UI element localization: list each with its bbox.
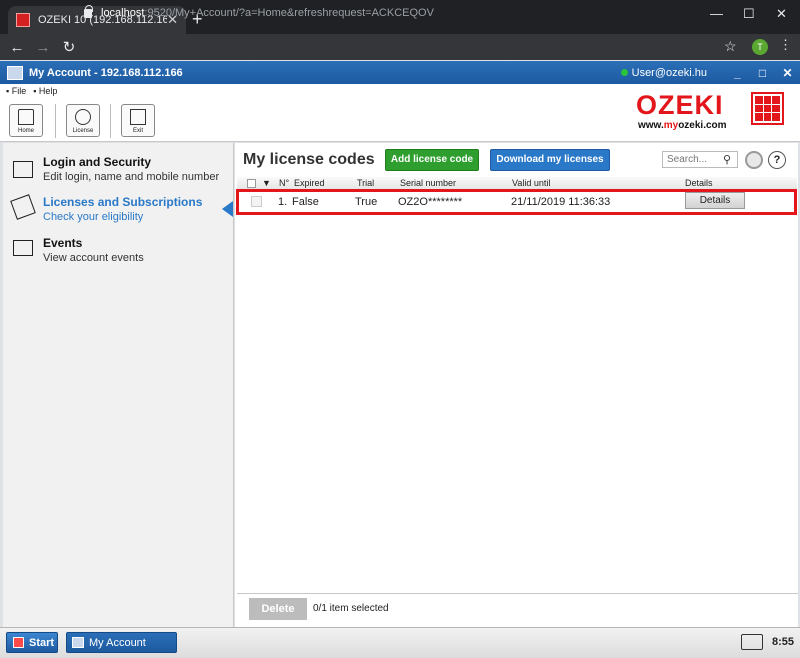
- selection-status: 0/1 item selected: [313, 603, 389, 614]
- profile-avatar[interactable]: T: [752, 39, 768, 55]
- delete-button[interactable]: Delete: [249, 598, 307, 620]
- logo-url-red: my: [663, 120, 679, 131]
- column-header-trial[interactable]: Trial: [357, 178, 374, 188]
- ribbon-separator: [55, 104, 56, 138]
- exit-icon: [130, 109, 146, 125]
- exit-button[interactable]: Exit: [121, 104, 155, 137]
- add-license-code-button[interactable]: Add license code: [385, 149, 479, 171]
- sidebar-item-subtitle: Edit login, name and mobile number: [43, 171, 220, 183]
- browser-toolbar: ← → ↻: [0, 34, 800, 60]
- building-icon: [72, 637, 84, 648]
- app-title: My Account - 192.168.112.166: [29, 66, 183, 79]
- url-host: localhost: [101, 7, 145, 19]
- back-arrow-icon[interactable]: ←: [4, 39, 30, 56]
- app-close-icon[interactable]: ✕: [775, 66, 800, 80]
- ozeki-logo[interactable]: OZEKI www.myozeki.com: [636, 90, 786, 134]
- logo-url-post: ozeki.com: [678, 120, 727, 131]
- ozeki-favicon-icon: [16, 13, 30, 27]
- sidebar-item-subtitle: View account events: [43, 252, 144, 264]
- clock: 8:55: [772, 636, 795, 648]
- ribbon-toolbar: ▪ File ▪ Help Home License Exit OZEKI ww…: [0, 84, 800, 142]
- start-button[interactable]: Start: [6, 632, 58, 653]
- forward-arrow-icon[interactable]: →: [30, 39, 56, 56]
- taskbar-app-my-account[interactable]: My Account: [66, 632, 177, 653]
- column-header-no[interactable]: N°: [279, 178, 289, 188]
- reload-icon[interactable]: ↻: [56, 38, 82, 56]
- license-button[interactable]: License: [66, 104, 100, 137]
- sidebar-item-title: Events: [43, 236, 83, 250]
- logo-grid-icon: [751, 92, 784, 125]
- lock-icon: [13, 161, 33, 178]
- start-button-label: Start: [29, 636, 55, 649]
- select-all-checkbox[interactable]: [247, 179, 256, 188]
- lock-icon: [84, 4, 93, 18]
- logo-word: OZEKI: [636, 90, 724, 120]
- sidebar-item-events[interactable]: Events View account events: [11, 236, 226, 270]
- exit-button-label: Exit: [132, 128, 143, 134]
- page-title: My license codes: [243, 151, 375, 168]
- sidebar-item-subtitle: Check your eligibility: [43, 211, 144, 223]
- app-maximize-icon[interactable]: □: [750, 66, 775, 80]
- sidebar-item-title: Licenses and Subscriptions: [43, 195, 203, 209]
- menu-bar: ▪ File ▪ Help: [6, 86, 57, 96]
- search-icon[interactable]: ⚲: [723, 153, 731, 166]
- menu-file-label: File: [11, 86, 27, 96]
- certificate-icon: [10, 194, 36, 220]
- online-status-icon: [620, 69, 628, 76]
- app-title-bar: My Account - 192.168.112.166 User@ozeki.…: [0, 61, 800, 84]
- logo-url: www.myozeki.com: [638, 120, 727, 131]
- close-window-icon[interactable]: ✕: [776, 6, 787, 22]
- column-header-expired[interactable]: Expired: [294, 178, 325, 188]
- menu-file[interactable]: ▪ File: [6, 86, 26, 96]
- download-licenses-button[interactable]: Download my licenses: [490, 149, 610, 171]
- column-header-details: Details: [685, 178, 713, 188]
- app-minimize-icon[interactable]: _: [725, 66, 750, 80]
- taskbar-app-label: My Account: [89, 636, 146, 649]
- key-icon: [75, 109, 91, 125]
- sidebar-item-licenses[interactable]: Licenses and Subscriptions Check your el…: [10, 194, 226, 229]
- sidebar: Login and Security Edit login, name and …: [3, 143, 234, 627]
- building-icon: [7, 65, 23, 80]
- home-icon: [18, 109, 34, 125]
- column-header-serial[interactable]: Serial number: [400, 178, 456, 188]
- license-button-label: License: [72, 128, 94, 134]
- browser-menu-icon[interactable]: ⋮: [779, 37, 792, 53]
- menu-help[interactable]: ▪ Help: [33, 86, 57, 96]
- home-button[interactable]: Home: [9, 104, 43, 137]
- sort-arrow-icon[interactable]: ▼: [262, 178, 271, 188]
- taskbar: Start My Account 8:55: [0, 627, 800, 658]
- sidebar-item-login-security[interactable]: Login and Security Edit login, name and …: [11, 155, 226, 189]
- row-highlight-frame: [236, 189, 797, 215]
- maximize-window-icon[interactable]: ☐: [743, 6, 755, 22]
- license-panel: My license codes Add license code Downlo…: [235, 143, 798, 627]
- keyboard-icon[interactable]: [741, 634, 763, 650]
- home-button-label: Home: [17, 128, 34, 134]
- sidebar-item-title: Login and Security: [43, 155, 152, 169]
- user-name[interactable]: User@ozeki.hu: [632, 67, 707, 79]
- ribbon-separator: [110, 104, 111, 138]
- menu-help-label: Help: [38, 86, 58, 96]
- address-bar[interactable]: localhost:9520/My+Account/?a=Home&refres…: [84, 3, 724, 23]
- flag-icon: [13, 240, 33, 256]
- active-item-arrow-icon: [222, 201, 233, 217]
- table-footer: Delete 0/1 item selected: [237, 593, 798, 623]
- start-icon: [13, 637, 24, 648]
- column-header-valid-until[interactable]: Valid until: [512, 178, 550, 188]
- logo-url-pre: www.: [638, 120, 664, 131]
- refresh-icon[interactable]: [745, 151, 763, 169]
- help-icon[interactable]: ?: [768, 151, 786, 169]
- url-path: :9520/My+Account/?a=Home&refreshrequest=…: [144, 7, 434, 19]
- bookmark-star-icon[interactable]: ☆: [724, 38, 737, 55]
